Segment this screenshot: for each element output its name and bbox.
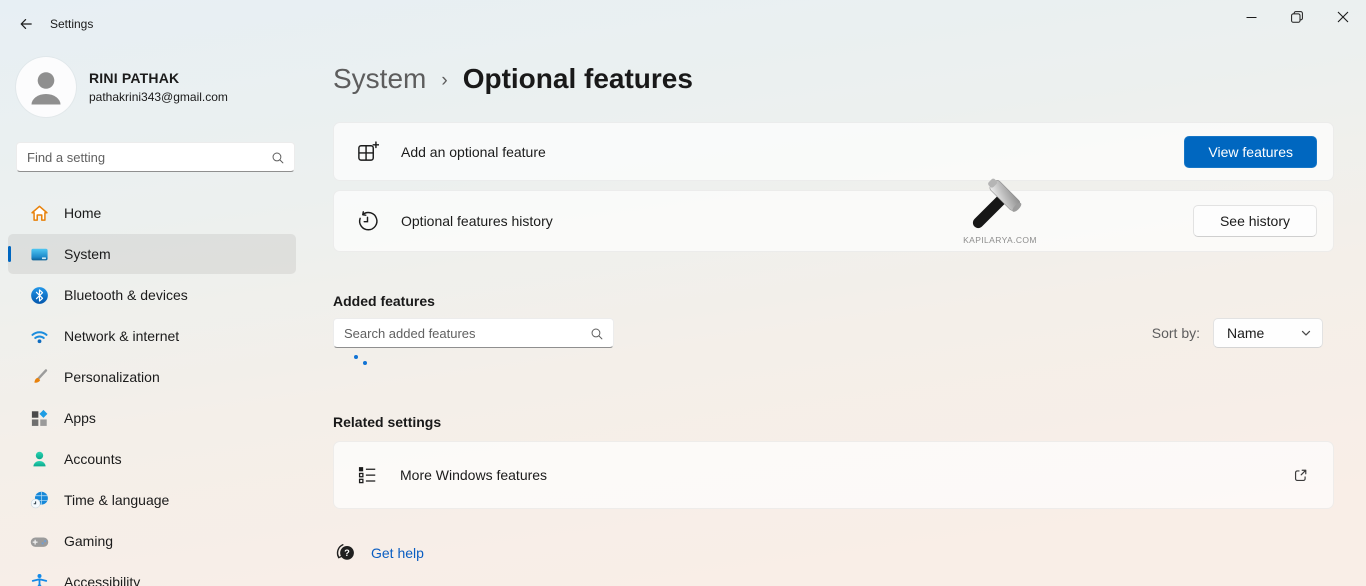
chevron-down-icon <box>1300 327 1312 339</box>
minimize-icon <box>1246 12 1257 23</box>
sidebar-item-label: Network & internet <box>64 328 179 344</box>
sidebar-item-label: Time & language <box>64 492 169 508</box>
loading-dot <box>354 355 358 359</box>
sort-by-label: Sort by: <box>1152 325 1200 341</box>
sidebar-item-home[interactable]: Home <box>8 193 296 233</box>
close-icon <box>1337 11 1349 23</box>
close-button[interactable] <box>1320 0 1366 34</box>
optional-features-history-card: Optional features history See history <box>333 190 1334 252</box>
search-icon <box>590 327 604 341</box>
sidebar-item-apps[interactable]: Apps <box>8 398 296 438</box>
accessibility-icon <box>30 573 49 586</box>
sidebar: RINI PATHAK pathakrini343@gmail.com Home… <box>0 48 316 586</box>
sidebar-item-label: System <box>64 246 111 262</box>
more-windows-features-card[interactable]: More Windows features <box>333 441 1334 509</box>
sidebar-item-time-language[interactable]: Time & language <box>8 480 296 520</box>
settings-search-input[interactable] <box>17 143 294 171</box>
view-features-button[interactable]: View features <box>1184 136 1317 168</box>
card-label: More Windows features <box>400 467 547 483</box>
apps-icon <box>30 409 49 428</box>
added-features-search <box>333 318 614 348</box>
profile-name: RINI PATHAK <box>89 70 228 86</box>
breadcrumb-system[interactable]: System <box>333 63 426 95</box>
get-help-link[interactable]: Get help <box>371 545 424 561</box>
system-icon <box>30 245 49 264</box>
breadcrumb-separator-icon: › <box>441 66 447 92</box>
loading-dot <box>363 361 367 365</box>
related-settings-heading: Related settings <box>333 414 1334 430</box>
added-features-toolbar: Sort by: Name <box>333 318 1334 348</box>
sidebar-item-accessibility[interactable]: Accessibility <box>8 562 296 586</box>
breadcrumb: System › Optional features <box>333 58 1334 100</box>
sidebar-item-label: Apps <box>64 410 96 426</box>
card-label: Optional features history <box>401 213 553 229</box>
time-language-icon <box>30 491 49 510</box>
get-help-row: ? Get help <box>333 542 1334 563</box>
sort-dropdown[interactable]: Name <box>1213 318 1323 348</box>
sidebar-item-personalization[interactable]: Personalization <box>8 357 296 397</box>
arrow-left-icon <box>18 16 34 32</box>
search-icon <box>271 151 285 165</box>
grid-plus-icon <box>356 140 379 163</box>
home-icon <box>30 204 49 223</box>
titlebar: Settings <box>0 0 1366 48</box>
added-features-heading: Added features <box>333 293 1334 309</box>
sidebar-item-label: Personalization <box>64 369 160 385</box>
page-title: Optional features <box>463 63 693 95</box>
accounts-icon <box>30 450 49 469</box>
bluetooth-icon <box>30 286 49 305</box>
sidebar-item-label: Gaming <box>64 533 113 549</box>
network-icon <box>30 327 49 346</box>
profile-email: pathakrini343@gmail.com <box>89 90 228 104</box>
restore-button[interactable] <box>1274 0 1320 34</box>
sort-group: Sort by: Name <box>1152 318 1323 348</box>
main-content: System › Optional features Add an option… <box>333 48 1334 586</box>
minimize-button[interactable] <box>1228 0 1274 34</box>
restore-icon <box>1291 11 1303 23</box>
window-controls <box>1228 0 1366 34</box>
svg-text:?: ? <box>344 548 350 558</box>
sort-dropdown-value: Name <box>1227 325 1264 341</box>
feature-list-icon <box>356 464 378 486</box>
sidebar-item-system[interactable]: System <box>8 234 296 274</box>
back-button[interactable] <box>9 8 43 40</box>
profile-text: RINI PATHAK pathakrini343@gmail.com <box>89 70 228 104</box>
sidebar-item-label: Bluetooth & devices <box>64 287 188 303</box>
external-link-icon[interactable] <box>1292 467 1309 484</box>
added-features-search-input[interactable] <box>334 319 613 347</box>
sidebar-item-label: Accessibility <box>64 574 140 586</box>
loading-dots <box>333 348 1334 372</box>
sidebar-nav: Home System Bluetooth & devices Network … <box>0 193 316 586</box>
sidebar-item-gaming[interactable]: Gaming <box>8 521 296 561</box>
sidebar-item-label: Accounts <box>64 451 122 467</box>
gaming-icon <box>30 532 49 551</box>
card-label: Add an optional feature <box>401 144 546 160</box>
see-history-button[interactable]: See history <box>1193 205 1317 237</box>
user-profile[interactable]: RINI PATHAK pathakrini343@gmail.com <box>16 57 228 117</box>
sidebar-item-accounts[interactable]: Accounts <box>8 439 296 479</box>
sidebar-item-bluetooth-devices[interactable]: Bluetooth & devices <box>8 275 296 315</box>
settings-search <box>16 142 295 172</box>
help-bubble-icon: ? <box>335 542 356 563</box>
sidebar-item-network-internet[interactable]: Network & internet <box>8 316 296 356</box>
add-optional-feature-card: Add an optional feature View features <box>333 122 1334 181</box>
sidebar-item-label: Home <box>64 205 101 221</box>
history-clock-icon <box>356 210 379 233</box>
avatar <box>16 57 76 117</box>
personalization-icon <box>30 368 49 387</box>
app-title: Settings <box>50 17 93 31</box>
